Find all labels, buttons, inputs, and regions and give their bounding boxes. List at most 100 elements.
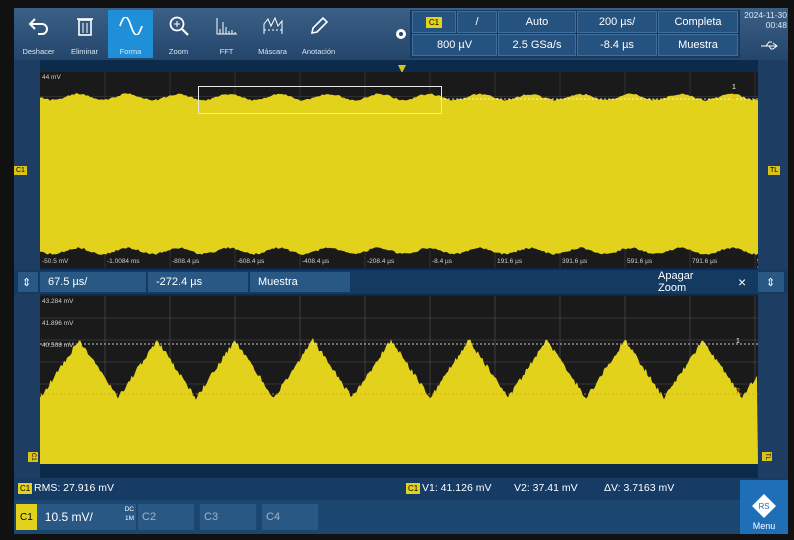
waveform-icon bbox=[119, 13, 143, 39]
time-tick-label: -8.4 µs bbox=[432, 258, 452, 265]
zoom-bar: ⇕ 67.5 µs/ -272.4 µs Muestra Apagar Zoom… bbox=[14, 270, 788, 294]
pen-icon bbox=[309, 13, 329, 39]
trash-icon bbox=[76, 13, 94, 39]
trigger-position-marker[interactable] bbox=[398, 62, 406, 72]
acquisition-mode[interactable]: Completa bbox=[658, 11, 738, 33]
channel-c3-button[interactable]: C3 bbox=[200, 504, 256, 530]
waveform-button[interactable]: Forma bbox=[108, 10, 153, 58]
time-tick-row: -50.5 mV -1.0084 ms -808.4 µs -608.4 µs -408… bbox=[40, 256, 758, 268]
channel-c4-button[interactable]: C4 bbox=[262, 504, 318, 530]
c1-label: C1 bbox=[16, 504, 37, 530]
zoom-scale[interactable]: 67.5 µs/ bbox=[40, 272, 146, 292]
lower-channel-marker[interactable]: C1 bbox=[28, 452, 38, 462]
upper-cursor2-label: 2 bbox=[732, 94, 736, 101]
lower-cursor1-label: 1 bbox=[736, 338, 740, 345]
time-tick-label: 791.6 µs bbox=[692, 258, 717, 265]
horizontal-offset[interactable]: -8.4 µs bbox=[577, 34, 657, 56]
left-strip bbox=[14, 60, 40, 478]
right-strip bbox=[758, 60, 788, 478]
lower-cursor2-label: 2 bbox=[736, 388, 740, 395]
lower-y-label-0: 43.284 mV bbox=[42, 298, 73, 305]
time-tick-label: -50.5 mV bbox=[42, 258, 68, 265]
time-tick-label: -408.4 µs bbox=[302, 258, 329, 265]
lower-y-label-1: 41.896 mV bbox=[42, 320, 73, 327]
zoom-scroll-button[interactable]: ⇕ bbox=[18, 272, 38, 292]
v1-measurement[interactable]: V1: 41.126 mV bbox=[422, 482, 491, 494]
c1-impedance: 1M bbox=[125, 515, 134, 522]
undo-icon bbox=[28, 13, 50, 39]
zoom-off-button[interactable]: Apagar Zoom bbox=[658, 272, 730, 292]
toolbar: Deshacer Eliminar Forma Zoom FFT Máscara… bbox=[14, 8, 788, 60]
zoom-position[interactable]: -272.4 µs bbox=[148, 272, 248, 292]
settings-dot-button[interactable] bbox=[392, 22, 410, 46]
rms-measurement[interactable]: RMS: 27.916 mV bbox=[34, 482, 114, 494]
zoom-label: Zoom bbox=[169, 47, 188, 56]
trigger-slope[interactable]: / bbox=[457, 11, 497, 33]
channel-bar: C1 10.5 mV/ DC 1M C2 C3 C4 bbox=[14, 500, 788, 534]
zoom-button[interactable]: Zoom bbox=[156, 10, 201, 58]
delete-label: Eliminar bbox=[71, 47, 98, 56]
usb-icon bbox=[760, 38, 780, 56]
trigger-mode[interactable]: Auto bbox=[498, 11, 576, 33]
channel-c2-button[interactable]: C2 bbox=[138, 504, 194, 530]
zoom-type[interactable]: Muestra bbox=[250, 272, 350, 292]
upper-top-label: 44 mV bbox=[42, 74, 61, 81]
trigger-level[interactable]: 800 µV bbox=[412, 34, 497, 56]
time-text: 00:48 bbox=[739, 20, 787, 30]
lower-y-label-2: 40.508 mV bbox=[42, 342, 73, 349]
c1-coupling: DC bbox=[125, 506, 134, 513]
time-tick-label: -608.4 µs bbox=[237, 258, 264, 265]
zoom-close-button[interactable]: × bbox=[732, 272, 754, 292]
annotation-button[interactable]: Anotación bbox=[296, 10, 341, 58]
scope-screen: Deshacer Eliminar Forma Zoom FFT Máscara… bbox=[14, 8, 788, 534]
waveform-label: Forma bbox=[120, 47, 142, 56]
zoom-window[interactable] bbox=[198, 86, 442, 114]
sample-rate[interactable]: 2.5 GSa/s bbox=[498, 34, 576, 56]
channel-c1-button[interactable]: C1 10.5 mV/ DC 1M bbox=[16, 504, 136, 530]
menu-button[interactable]: RS Menu bbox=[740, 480, 788, 534]
time-tick-label: 391.6 µs bbox=[562, 258, 587, 265]
mask-label: Máscara bbox=[258, 47, 287, 56]
mask-icon bbox=[262, 13, 284, 39]
cursor-channel-badge: C1 bbox=[406, 483, 420, 494]
delete-button[interactable]: Eliminar bbox=[62, 10, 107, 58]
upper-cursor1-label: 1 bbox=[732, 84, 736, 91]
time-tick-label: 191.6 µs bbox=[497, 258, 522, 265]
date-text: 2024-11-30 bbox=[739, 10, 787, 20]
zoom-scroll-right-button[interactable]: ⇕ bbox=[758, 272, 784, 292]
measurement-bar: C1 RMS: 27.916 mV C1 V1: 41.126 mV V2: 3… bbox=[14, 478, 788, 500]
rs-logo-icon: RS bbox=[751, 493, 777, 521]
v2-measurement[interactable]: V2: 37.41 mV bbox=[514, 482, 578, 494]
main-waveform-trace bbox=[40, 93, 758, 268]
datetime: 2024-11-30 00:48 bbox=[739, 10, 787, 30]
zoom-waveform-area[interactable]: 43.284 mV 41.896 mV 40.508 mV bbox=[40, 296, 758, 464]
time-tick-label: -208.4 µs bbox=[367, 258, 394, 265]
time-tick-label: 991.6 µs bbox=[757, 258, 758, 268]
zoom-icon bbox=[168, 13, 190, 39]
c1-coupling-info: DC 1M bbox=[125, 505, 134, 523]
fft-label: FFT bbox=[220, 47, 234, 56]
undo-button[interactable]: Deshacer bbox=[16, 10, 61, 58]
lower-trigger-marker[interactable]: TL bbox=[762, 452, 772, 461]
time-tick-label: -1.0084 ms bbox=[107, 258, 140, 265]
trigger-panel: C1 / Auto 200 µs/ Completa 800 µV 2.5 GS… bbox=[410, 10, 740, 58]
trigger-channel-label: C1 bbox=[426, 17, 442, 28]
upper-trigger-level-marker[interactable]: TL bbox=[768, 166, 780, 175]
zoom-waveform-trace bbox=[40, 338, 758, 464]
svg-text:RS: RS bbox=[758, 502, 769, 511]
upper-channel-marker[interactable]: C1 bbox=[14, 166, 27, 175]
mask-button[interactable]: Máscara bbox=[250, 10, 295, 58]
acquisition-type[interactable]: Muestra bbox=[658, 34, 738, 56]
timebase[interactable]: 200 µs/ bbox=[577, 11, 657, 33]
measure-channel-badge: C1 bbox=[18, 483, 32, 494]
fft-button[interactable]: FFT bbox=[204, 10, 249, 58]
trigger-channel[interactable]: C1 bbox=[412, 11, 456, 33]
fft-icon bbox=[216, 13, 238, 39]
menu-label: Menu bbox=[753, 521, 776, 531]
delta-v-measurement[interactable]: ΔV: 3.7163 mV bbox=[604, 482, 674, 494]
time-tick-label: 591.6 µs bbox=[627, 258, 652, 265]
c1-scale: 10.5 mV/ bbox=[45, 510, 93, 524]
undo-label: Deshacer bbox=[22, 47, 54, 56]
main-waveform-area[interactable]: 44 mV -50.5 mV -1.0084 ms -808.4 µs -608.4 … bbox=[40, 72, 758, 268]
zoom-waveform-svg bbox=[40, 296, 758, 464]
